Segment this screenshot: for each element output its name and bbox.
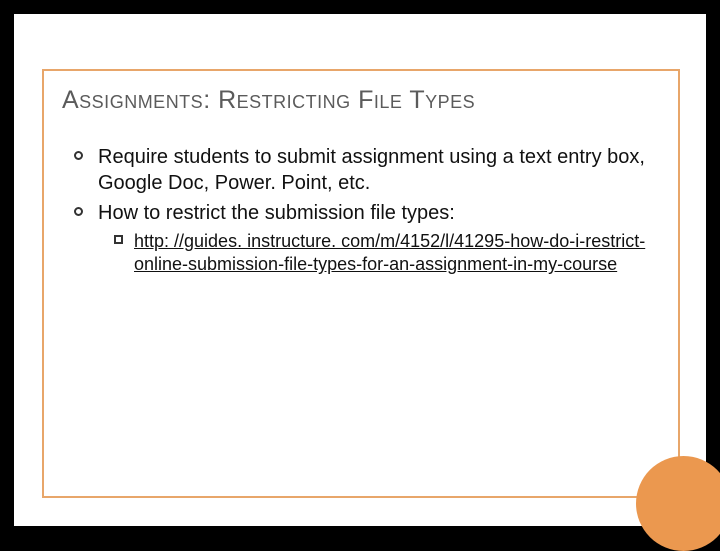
inner-border: [42, 69, 680, 498]
slide-title: Assignments: Restricting File Types: [62, 86, 660, 115]
sub-bullet-list: http: //guides. instructure. com/m/4152/…: [98, 230, 646, 277]
list-item-text: How to restrict the submission file type…: [98, 202, 455, 224]
help-link[interactable]: http: //guides. instructure. com/m/4152/…: [134, 231, 645, 274]
list-item-text: Require students to submit assignment us…: [98, 146, 645, 194]
bullet-list: Require students to submit assignment us…: [74, 144, 646, 277]
slide: Assignments: Restricting File Types Requ…: [14, 14, 706, 526]
corner-circle-decor: [636, 456, 720, 551]
list-item: How to restrict the submission file type…: [74, 200, 646, 277]
list-item: Require students to submit assignment us…: [74, 144, 646, 196]
slide-body: Require students to submit assignment us…: [74, 144, 646, 281]
list-item: http: //guides. instructure. com/m/4152/…: [114, 230, 646, 277]
